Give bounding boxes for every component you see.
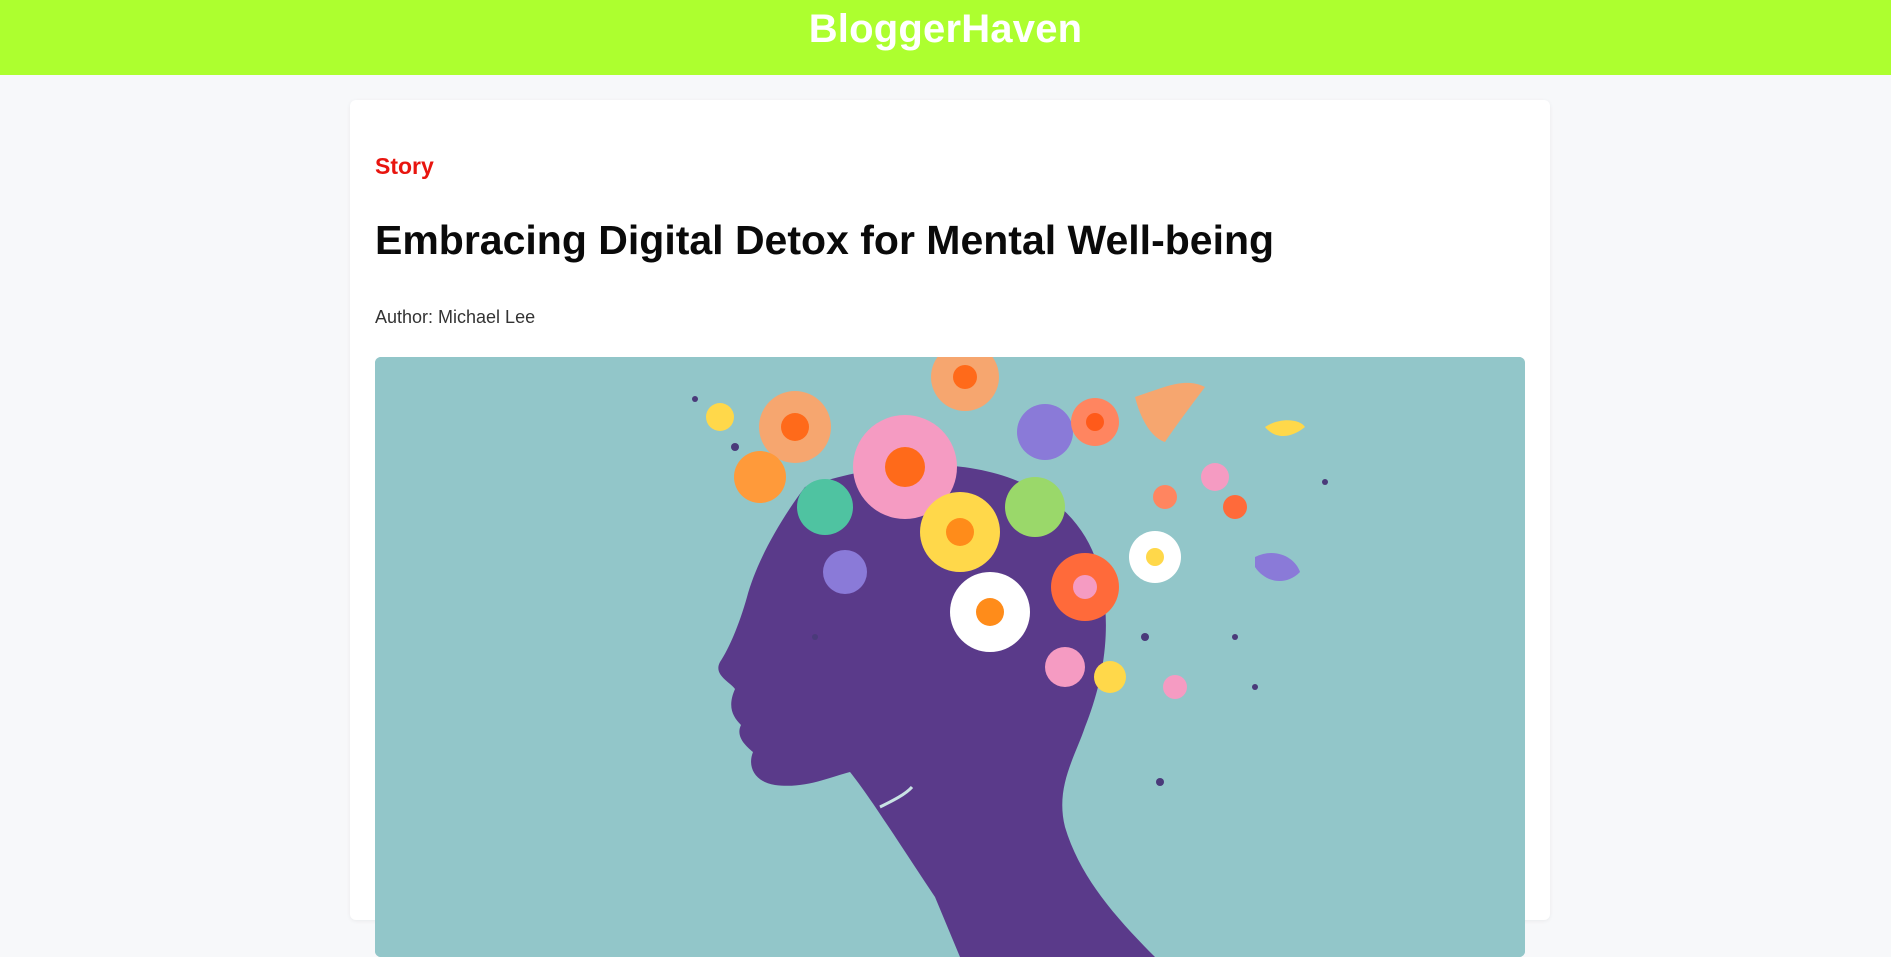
author-line: Author: Michael Lee: [375, 307, 536, 327]
site-header: BloggerHaven: [0, 0, 1891, 75]
site-title[interactable]: BloggerHaven: [809, 7, 1083, 52]
article-title: Embracing Digital Detox for Mental Well-…: [375, 217, 1275, 263]
hero-image: [375, 357, 1525, 957]
article-card: Story Embracing Digital Detox for Mental…: [350, 100, 1550, 957]
category-label[interactable]: Story: [375, 153, 434, 180]
head-flowers-illustration: [375, 357, 1525, 957]
